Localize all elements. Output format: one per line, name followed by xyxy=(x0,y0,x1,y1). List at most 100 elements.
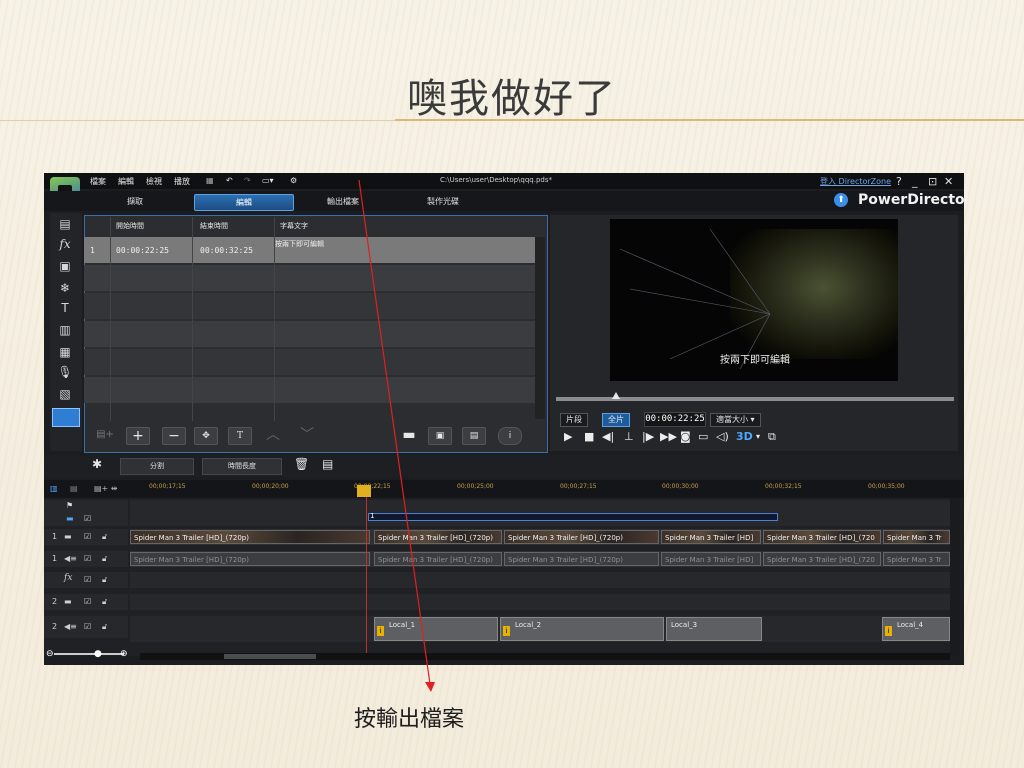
menu-play[interactable]: 播放 xyxy=(174,176,190,187)
minimize-button[interactable]: _ xyxy=(912,175,918,188)
mark-icon[interactable]: ⊥ xyxy=(624,430,634,443)
restore-button[interactable]: ⊡ xyxy=(928,175,937,188)
fit-size-dropdown[interactable]: 適當大小 ▾ xyxy=(710,413,761,427)
video-track-checkbox[interactable]: ☑ xyxy=(84,532,91,541)
split-button[interactable]: 分割 xyxy=(120,458,194,475)
volume-icon[interactable]: ◁) xyxy=(716,430,729,443)
video-track-checkbox[interactable]: ☑ xyxy=(84,597,91,606)
zoom-thumb[interactable]: ● xyxy=(94,649,102,659)
snapshot-icon[interactable]: ◙ xyxy=(680,430,691,443)
undock-preview-icon[interactable]: ⧉ xyxy=(768,430,776,444)
help-button[interactable]: ? xyxy=(896,175,902,188)
video-clip[interactable]: Spider Man 3 Trailer [HD]_(720 xyxy=(763,530,881,544)
zoom-in-icon[interactable]: ⊕ xyxy=(120,649,128,659)
upgrade-arrow-icon[interactable]: ⬆ xyxy=(834,193,848,207)
audio-clip[interactable]: Spider Man 3 Trailer [HD]_(720p) xyxy=(374,552,502,566)
subtitle-range-marker[interactable] xyxy=(368,513,778,521)
audio-clip[interactable]: Spider Man 3 Trailer [HD]_(720 xyxy=(763,552,881,566)
info-icon[interactable]: i xyxy=(498,427,522,445)
remove-subtitle-button[interactable]: − xyxy=(162,427,186,445)
fx-lane[interactable] xyxy=(130,572,950,588)
preview-timecode[interactable]: 00:00:22:25 xyxy=(644,412,706,427)
timeline-vertical-scrollbar[interactable] xyxy=(950,498,960,656)
text-format-button[interactable]: T xyxy=(228,427,252,445)
video-clip[interactable]: Spider Man 3 Trailer [HD]_(720p) xyxy=(374,530,502,544)
redo-icon[interactable]: ↷ xyxy=(244,176,251,185)
audio-clip[interactable]: Spider Man 3 Trailer [HD]_(720p) xyxy=(504,552,659,566)
move-down-icon[interactable]: ﹀ xyxy=(296,427,318,443)
horizontal-scroll-thumb[interactable] xyxy=(224,654,316,659)
video-clip[interactable]: Spider Man 3 Trailer [HD]_(720p) xyxy=(504,530,659,544)
monitor-icon[interactable]: ▭ xyxy=(698,430,708,443)
menu-view[interactable]: 檢視 xyxy=(146,176,162,187)
menu-edit[interactable]: 編輯 xyxy=(118,176,134,187)
transition-room-icon[interactable]: ▥ xyxy=(54,323,76,341)
audio-track-checkbox[interactable]: ☑ xyxy=(84,554,91,563)
audio-track-checkbox[interactable]: ☑ xyxy=(84,622,91,631)
lock-icon[interactable]: 🔓︎ xyxy=(102,532,107,542)
video-clip[interactable]: Spider Man 3 Tr xyxy=(883,530,950,544)
zoom-slider[interactable] xyxy=(54,653,124,655)
subtitle-track-checkbox[interactable]: ☑ xyxy=(84,514,91,523)
move-subtitle-icon[interactable]: ✥ xyxy=(194,427,218,445)
video-clip[interactable]: Spider Man 3 Trailer [HD] xyxy=(661,530,761,544)
row-end-time[interactable]: 00:00:32:25 xyxy=(200,246,253,255)
screen-icon[interactable]: ▭▾ xyxy=(262,176,274,185)
particle-room-icon[interactable]: ❄ xyxy=(54,281,76,299)
audio-clip[interactable]: Spider Man 3 Trailer [HD] xyxy=(661,552,761,566)
audio-clip[interactable]: Spider Man 3 Trailer [HD]_(720p) xyxy=(130,552,370,566)
play-icon[interactable]: ▶ xyxy=(564,430,572,443)
save-icon[interactable]: ▦ xyxy=(206,176,214,185)
previous-frame-icon[interactable]: ◀| xyxy=(602,430,614,443)
menu-file[interactable]: 檔案 xyxy=(90,176,106,187)
audio-clip[interactable]: Spider Man 3 Tr xyxy=(883,552,950,566)
add-track-icon[interactable]: ▤+ ⇹ xyxy=(94,484,118,493)
row-start-time[interactable]: 00:00:22:25 xyxy=(116,246,169,255)
seek-thumb[interactable] xyxy=(612,392,620,399)
sound-clip[interactable]: Local_3 xyxy=(666,617,762,641)
stop-icon[interactable]: ■ xyxy=(584,430,594,443)
tab-create-disc[interactable]: 製作光碟 xyxy=(394,194,492,209)
delete-trash-icon[interactable]: 🗑 xyxy=(294,457,309,471)
lock-icon[interactable]: 🔓︎ xyxy=(102,575,107,585)
add-subtitle-button[interactable]: + xyxy=(126,427,150,445)
lock-icon[interactable]: 🔓︎ xyxy=(102,597,107,607)
import-subtitle-icon[interactable]: ▤+ xyxy=(94,427,116,443)
voice-over-icon[interactable]: 🎙 xyxy=(54,365,76,383)
folder-icon[interactable]: ▬ xyxy=(398,427,420,443)
tab-capture[interactable]: 擷取 xyxy=(86,194,184,209)
subtitle-scrollbar[interactable] xyxy=(535,237,545,419)
next-frame-icon[interactable]: |▶ xyxy=(642,430,654,443)
effect-room-icon[interactable]: fx xyxy=(54,237,76,255)
timeline-view-icon[interactable]: ▥ xyxy=(50,484,58,493)
3d-dropdown-icon[interactable]: ▾ xyxy=(756,432,760,441)
subtitle-split-icon[interactable]: ▤ xyxy=(462,427,486,445)
media-room-icon[interactable]: ▤ xyxy=(54,217,76,235)
title-room-icon[interactable]: T xyxy=(54,301,76,319)
sound-clip[interactable]: i Local_1 xyxy=(374,617,498,641)
tab-produce[interactable]: 輸出檔案 xyxy=(294,194,392,209)
settings-gear-icon[interactable]: ⚙ xyxy=(290,176,297,185)
login-directorzone-link[interactable]: 登入 DirectorZone xyxy=(820,176,891,187)
timeline-playhead[interactable] xyxy=(366,486,367,656)
subtitle-position-icon[interactable]: ▣ xyxy=(428,427,452,445)
row-subtitle-text[interactable]: 按兩下即可編輯 xyxy=(275,239,324,249)
tab-edit[interactable]: 編輯 xyxy=(194,194,294,211)
undo-icon[interactable]: ↶ xyxy=(226,176,233,185)
audio-mix-icon[interactable]: ▧ xyxy=(54,387,76,405)
magic-tools-icon[interactable]: ✱ xyxy=(92,457,102,471)
zoom-out-icon[interactable]: ⊖ xyxy=(46,649,54,659)
storyboard-view-icon[interactable]: ▤ xyxy=(70,484,78,493)
sound-clip[interactable]: i Local_2 xyxy=(500,617,664,641)
3d-mode-icon[interactable]: 3D xyxy=(736,430,753,443)
clip-mode-button[interactable]: 片段 xyxy=(560,413,588,427)
lock-icon[interactable]: 🔓︎ xyxy=(102,622,107,632)
close-button[interactable]: ✕ xyxy=(944,175,953,188)
clip-tools-icon[interactable]: ▤ xyxy=(322,457,333,471)
lock-icon[interactable]: 🔓︎ xyxy=(102,554,107,564)
sound-clip[interactable]: i Local_4 xyxy=(882,617,950,641)
video-lane-2[interactable] xyxy=(130,594,950,610)
fx-track-checkbox[interactable]: ☑ xyxy=(84,575,91,584)
move-up-icon[interactable]: ︿ xyxy=(262,427,284,443)
fast-forward-icon[interactable]: ▶▶ xyxy=(660,430,677,443)
